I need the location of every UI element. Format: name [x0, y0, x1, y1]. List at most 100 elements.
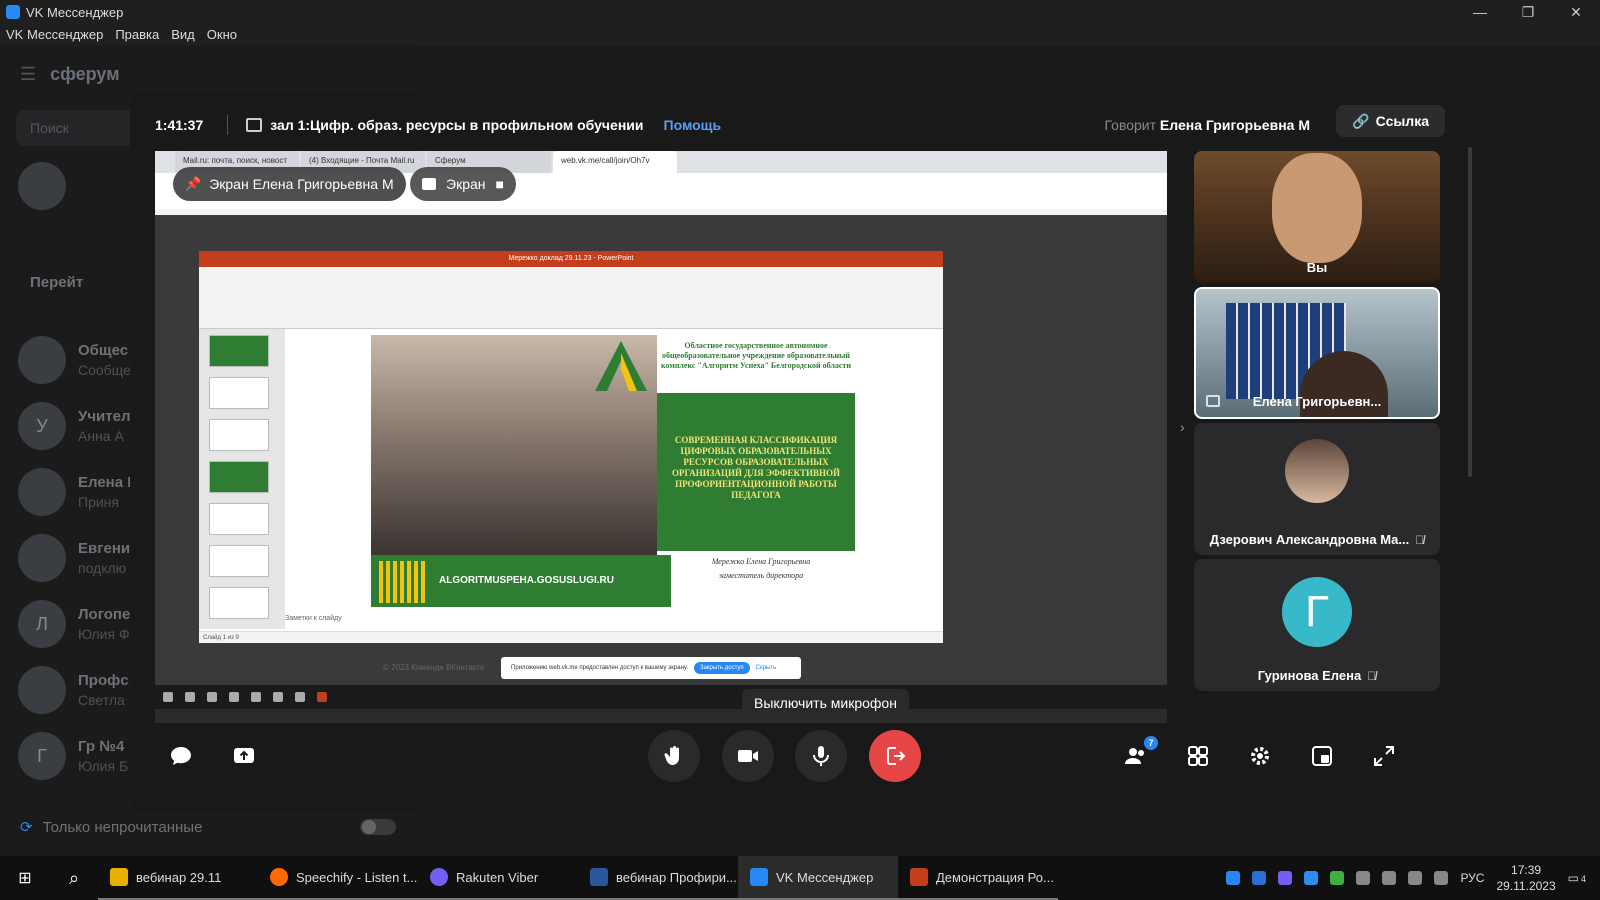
avatar: Л: [18, 600, 66, 648]
participants-button[interactable]: 7: [1110, 730, 1162, 782]
minimize-call-button[interactable]: [1296, 730, 1348, 782]
close-button[interactable]: ✕: [1552, 0, 1600, 24]
notifications-icon[interactable]: ▭ 4: [1568, 871, 1586, 885]
slide-author: Мережко Елена Григорьевна заместитель ди…: [681, 555, 841, 583]
avatar: Г: [18, 732, 66, 780]
link-button[interactable]: 🔗 Ссылка: [1336, 105, 1445, 137]
grid-icon: [1188, 746, 1208, 766]
powerpoint-icon: [910, 868, 928, 886]
chat-preview: Приня: [78, 494, 119, 510]
chat-preview: Юлия Б: [78, 758, 129, 774]
unread-filter[interactable]: ⟳ Только непрочитанные: [20, 818, 400, 836]
share-screen-button[interactable]: [218, 730, 270, 782]
participant-tile-self[interactable]: Вы: [1194, 151, 1440, 283]
volume-icon[interactable]: [1408, 871, 1423, 885]
menu-item-window[interactable]: Окно: [201, 24, 243, 46]
tray-icon[interactable]: [1304, 871, 1319, 885]
battery-icon[interactable]: [1356, 871, 1371, 885]
taskbar-item[interactable]: Speechify - Listen t...: [258, 856, 418, 900]
taskbar-item[interactable]: Rakuten Viber: [418, 856, 578, 900]
menu-item-view[interactable]: Вид: [165, 24, 201, 46]
avatar: [18, 666, 66, 714]
share-notice-text: Приложению web.vk.me предоставлен доступ…: [511, 665, 688, 671]
mic-tray-icon[interactable]: [1434, 871, 1449, 885]
clock[interactable]: 17:39 29.11.2023: [1496, 862, 1555, 894]
gear-icon: [1251, 747, 1269, 765]
unread-toggle[interactable]: [360, 819, 396, 835]
participant-name: Елена Григорьевн...: [1252, 394, 1382, 409]
screen-toggle-pill[interactable]: Экран ■: [410, 167, 516, 201]
bluetooth-icon[interactable]: [1252, 871, 1267, 885]
taskbar-item[interactable]: вебинар 29.11: [98, 856, 258, 900]
microphone-icon: [813, 746, 829, 766]
language-indicator[interactable]: РУС: [1460, 871, 1484, 885]
viber-icon: [430, 868, 448, 886]
taskbar-item-label: вебинар Профири...: [616, 869, 737, 885]
chat-preview: Сообще: [78, 362, 131, 378]
taskbar-item[interactable]: Демонстрация Ро...: [898, 856, 1058, 900]
shared-screen[interactable]: Mail.ru: почта, поиск, новост (4) Входящ…: [155, 151, 1167, 723]
menu-item-app[interactable]: VK Мессенджер: [0, 24, 109, 46]
maximize-button[interactable]: ❐: [1504, 0, 1552, 24]
share-screen-icon: [234, 748, 254, 763]
taskbar-item-label: Демонстрация Ро...: [936, 869, 1054, 885]
refresh-icon: ⟳: [20, 819, 33, 836]
check-icon[interactable]: [1330, 871, 1345, 885]
minimize-button[interactable]: —: [1456, 0, 1504, 24]
participants-scrollbar[interactable]: [1468, 147, 1472, 477]
screen-owner-label: Экран Елена Григорьевна М: [209, 176, 394, 192]
taskbar-item[interactable]: VK Мессенджер: [738, 856, 898, 900]
speaking-indicator: Говорит Елена Григорьевна М: [1105, 117, 1310, 133]
slide-thumb: [209, 419, 269, 451]
search-icon[interactable]: ⌕: [50, 868, 98, 889]
chat-button[interactable]: [155, 730, 207, 782]
help-link[interactable]: Помощь: [664, 117, 722, 133]
screen-share-notice: Приложению web.vk.me предоставлен доступ…: [501, 657, 801, 679]
chat-preview: Светла: [78, 692, 125, 708]
participant-name: Дзерович Александровна Ма...: [1209, 532, 1410, 547]
windows-start-icon[interactable]: ⊞: [0, 868, 50, 888]
tray-icon[interactable]: [1226, 871, 1241, 885]
mic-tooltip: Выключить микрофон: [742, 689, 909, 717]
leave-call-button[interactable]: [869, 730, 921, 782]
participant-tile[interactable]: Елена Григорьевн...: [1194, 287, 1440, 419]
people-icon: [1125, 748, 1144, 764]
avatar: [18, 336, 66, 384]
raise-hand-button[interactable]: [648, 730, 700, 782]
hamburger-icon[interactable]: ☰: [20, 64, 36, 85]
slide-thumb: [209, 377, 269, 409]
chevron-right-icon[interactable]: ›: [1180, 419, 1185, 435]
settings-button[interactable]: [1234, 730, 1286, 782]
screen-pill-label: Экран: [446, 176, 486, 192]
sferum-brand: сферум: [50, 63, 120, 84]
grid-view-button[interactable]: [1172, 730, 1224, 782]
fullscreen-button[interactable]: [1358, 730, 1410, 782]
taskbar-item[interactable]: вебинар Профири...: [578, 856, 738, 900]
camera-button[interactable]: [722, 730, 774, 782]
wifi-icon[interactable]: [1382, 871, 1397, 885]
screen-icon: [422, 178, 436, 190]
current-slide: Областное государственное автономное общ…: [371, 335, 855, 607]
participants-count-badge: 7: [1144, 736, 1158, 750]
stop-share-button: Закрыть доступ: [693, 662, 750, 674]
screen-owner-badge[interactable]: 📌 Экран Елена Григорьевна М: [173, 167, 406, 201]
author-role: заместитель директора: [718, 571, 804, 580]
hand-icon: [664, 746, 679, 765]
qr-code: [379, 561, 425, 603]
menu-item-edit[interactable]: Правка: [109, 24, 165, 46]
powerpoint-ribbon: [199, 267, 943, 329]
viber-tray-icon[interactable]: [1278, 871, 1293, 885]
chat-name: Логопе: [78, 606, 131, 623]
vk-app-icon: [6, 5, 20, 19]
microphone-button[interactable]: [795, 730, 847, 782]
divider: [227, 115, 229, 135]
expand-icon: [1374, 746, 1394, 766]
system-tray: РУС 17:39 29.11.2023 ▭ 4: [1226, 856, 1600, 900]
slide-notes: Заметки к слайду: [285, 615, 342, 622]
clock-date: 29.11.2023: [1496, 879, 1556, 893]
pp-status-bar: Слайд 1 из 9: [199, 631, 943, 643]
participant-tile[interactable]: Г Гуринова Елена 🎙̸: [1194, 559, 1440, 691]
shared-taskbar: [155, 685, 1167, 709]
participant-tile[interactable]: Дзерович Александровна Ма... 🎙̸: [1194, 423, 1440, 555]
word-icon: [590, 868, 608, 886]
